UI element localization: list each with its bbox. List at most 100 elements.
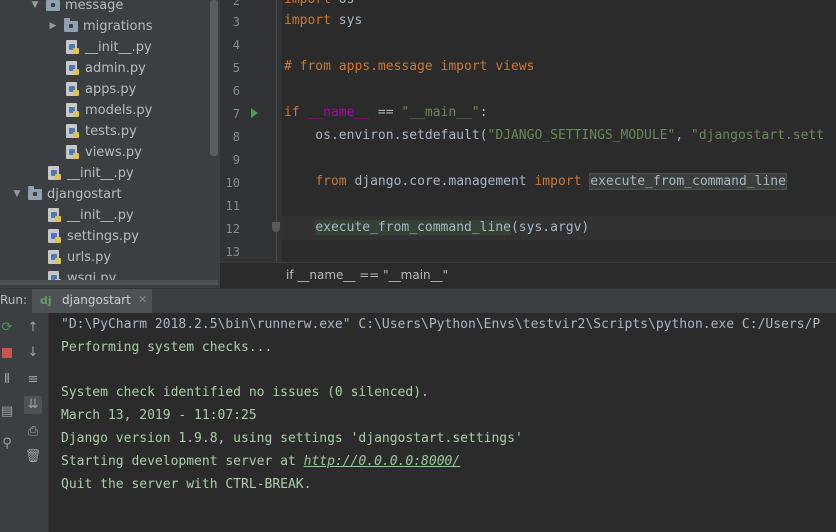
tree-item-label: admin.py	[85, 61, 146, 76]
tree-item-label: urls.py	[67, 250, 112, 265]
python-file-icon	[48, 229, 62, 244]
run-tab-label: djangostart	[62, 293, 131, 307]
console-text: Starting development server at	[61, 454, 304, 469]
keyword: import	[284, 13, 331, 28]
tree-item-label: migrations	[83, 19, 153, 34]
dunder-name: __name__	[307, 105, 371, 120]
code-text: :	[479, 105, 488, 120]
code-line-5-comment[interactable]: # from apps.message import views	[284, 59, 534, 74]
line-number: 4	[232, 38, 240, 52]
string-literal: "DJANGO_SETTINGS_MODULE"	[487, 128, 676, 143]
tree-file-djangostart-init[interactable]: __init__.py	[48, 205, 134, 226]
console-line: Django version 1.9.8, using settings 'dj…	[61, 431, 523, 446]
run-panel-header: Run: dj djangostart ✕	[0, 288, 836, 314]
tree-folder-djangostart[interactable]: ▼ djangostart	[12, 184, 122, 205]
expand-arrow-icon[interactable]: ▼	[30, 0, 40, 16]
expand-arrow-icon[interactable]: ▼	[12, 184, 22, 205]
line-number: 8	[232, 130, 240, 144]
project-tree: ▼ message ▶ migrations __init__.py admin…	[0, 0, 220, 288]
pin-icon[interactable]: ⚲	[0, 435, 16, 453]
line-number: 9	[232, 153, 240, 167]
tree-item-label: __init__.py	[67, 208, 134, 223]
identifier-highlight: execute_from_command_line	[589, 173, 787, 190]
tree-horizontal-scrollbar[interactable]	[0, 280, 218, 285]
line-number: 7	[232, 107, 240, 121]
run-label: Run:	[0, 293, 28, 307]
collapse-arrow-icon[interactable]: ▶	[48, 16, 58, 37]
tree-file-wsgi[interactable]: wsgi.py	[48, 268, 116, 288]
console-line: Quit the server with CTRL-BREAK.	[61, 477, 312, 492]
tree-file-models[interactable]: models.py	[66, 100, 152, 121]
run-tab-djangostart[interactable]: dj djangostart ✕	[32, 289, 152, 313]
line-number: 11	[225, 199, 240, 213]
operator: ==	[370, 105, 402, 120]
tree-item-label: models.py	[85, 103, 153, 118]
line-number: 13	[225, 245, 240, 259]
breadcrumb[interactable]: if __name__ == "__main__"	[220, 262, 836, 289]
keyword: from	[315, 174, 347, 189]
tree-folder-migrations[interactable]: ▶ migrations	[48, 16, 153, 37]
string-literal: "djangostart.sett	[691, 128, 825, 143]
console-line-server: Starting development server at http://0.…	[61, 454, 460, 469]
server-url-link[interactable]: http://0.0.0.0:8000/	[304, 454, 461, 469]
print-icon[interactable]: ⎙	[24, 423, 42, 441]
layout-icon[interactable]: ▤	[0, 403, 16, 421]
tree-file-urls[interactable]: urls.py	[48, 247, 111, 268]
up-arrow-icon[interactable]: ↑	[24, 319, 42, 337]
soft-wrap-icon[interactable]: ≡	[24, 371, 42, 389]
python-file-icon	[48, 166, 62, 181]
line-number: 5	[232, 61, 240, 75]
tree-file-admin[interactable]: admin.py	[66, 58, 146, 79]
tree-vertical-scrollbar[interactable]	[210, 0, 218, 156]
tree-item-label: __init__.py	[85, 40, 152, 55]
tree-item-label: views.py	[85, 145, 142, 160]
tree-file-message-init[interactable]: __init__.py	[48, 163, 134, 184]
line-number: 12	[225, 222, 240, 236]
code-line-12[interactable]: execute_from_command_line(sys.argv)	[284, 220, 589, 235]
breadcrumb-item[interactable]: if __name__ == "__main__"	[286, 268, 448, 282]
scroll-to-end-icon[interactable]: ⇊	[24, 396, 42, 414]
console-line: Performing system checks...	[61, 340, 273, 355]
python-file-icon	[48, 208, 62, 223]
run-left-toolbar: ⟳ Ⅱ ▤ ⚲	[0, 313, 17, 532]
tree-file-init[interactable]: __init__.py	[66, 37, 152, 58]
tree-item-label: tests.py	[85, 124, 137, 139]
line-number: 3	[232, 15, 240, 29]
python-file-icon	[66, 40, 80, 55]
fold-marker-icon[interactable]	[272, 222, 280, 232]
close-icon[interactable]: ✕	[138, 293, 147, 306]
tree-file-views[interactable]: views.py	[66, 142, 142, 163]
tree-file-tests[interactable]: tests.py	[66, 121, 137, 142]
tree-file-apps[interactable]: apps.py	[66, 79, 136, 100]
trash-icon[interactable]: 🗑	[24, 448, 42, 466]
python-file-icon	[66, 82, 80, 97]
code-text: sys	[330, 13, 363, 28]
code-line-3[interactable]: import sys	[284, 13, 362, 28]
pause-icon[interactable]: Ⅱ	[0, 371, 16, 389]
console-line: System check identified no issues (0 sil…	[61, 385, 429, 400]
tree-folder-message[interactable]: ▼ message	[30, 0, 123, 16]
stop-icon[interactable]	[0, 346, 16, 364]
rerun-icon[interactable]: ⟳	[0, 319, 16, 337]
code-line-10[interactable]: from django.core.management import execu…	[284, 173, 787, 190]
keyword: if	[284, 105, 300, 120]
code-line-2[interactable]: import os	[284, 0, 354, 7]
line-number: 2	[232, 0, 240, 8]
code-text: os	[331, 0, 355, 7]
code-line-8[interactable]: os.environ.setdefault("DJANGO_SETTINGS_M…	[284, 128, 824, 143]
code-text: os.environ.setdefault(	[284, 128, 488, 143]
python-file-icon	[66, 124, 80, 139]
code-line-7[interactable]: if __name__ == "__main__":	[284, 105, 488, 120]
keyword: import	[534, 174, 582, 189]
code-text: (sys.argv)	[510, 220, 590, 235]
python-file-icon	[48, 250, 62, 265]
tree-file-settings[interactable]: settings.py	[48, 226, 139, 247]
down-arrow-icon[interactable]: ↓	[24, 344, 42, 362]
line-number: 6	[232, 84, 240, 98]
folder-icon	[64, 18, 78, 32]
string-literal: "__main__"	[401, 105, 480, 120]
folder-icon	[46, 0, 60, 11]
python-file-icon	[66, 61, 80, 76]
run-gutter-icon[interactable]	[251, 108, 258, 118]
code-text: ,	[675, 128, 691, 143]
